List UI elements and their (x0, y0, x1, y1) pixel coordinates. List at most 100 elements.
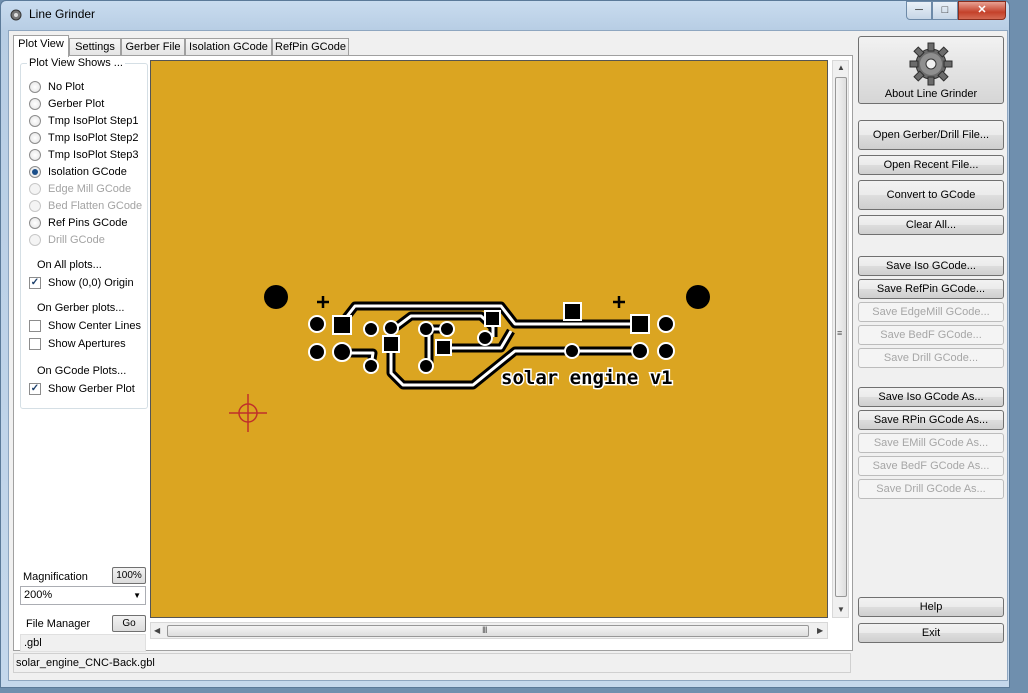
about-label: About Line Grinder (884, 88, 978, 100)
save-emill-gcode-as-button: Save EMill GCode As... (858, 433, 1004, 453)
radio-edge-mill-gcode: Edge Mill GCode (29, 181, 131, 197)
scroll-up-arrow-icon[interactable]: ▲ (837, 63, 845, 72)
checkbox-checked[interactable]: ✓ (29, 277, 41, 289)
save-bedf-gcode-button: Save BedF GCode... (858, 325, 1004, 345)
checkbox-checked[interactable]: ✓ (29, 383, 41, 395)
radio-label: Gerber Plot (48, 98, 105, 110)
on-gerber-plots-label: On Gerber plots... (37, 302, 125, 314)
grip-icon: III (482, 625, 487, 635)
checkbox-label: Show Center Lines (48, 320, 141, 332)
origin-marker-icon (229, 394, 267, 432)
magnification-value: 200% (24, 589, 53, 601)
file-manager-go-button[interactable]: Go (112, 615, 146, 632)
checkbox-label: Show Gerber Plot (48, 383, 135, 395)
radio-indicator[interactable] (29, 81, 41, 93)
on-gcode-plots-label: On GCode Plots... (37, 365, 127, 377)
radio-label: Drill GCode (48, 234, 105, 246)
client-area: Plot View Settings Gerber File Isolation… (8, 30, 1008, 681)
save-bedf-gcode-as-button: Save BedF GCode As... (858, 456, 1004, 476)
status-bar: solar_engine_CNC-Back.gbl (13, 653, 851, 673)
mounting-hole (264, 285, 288, 309)
radio-label: No Plot (48, 81, 85, 93)
gear-icon (10, 9, 22, 21)
radio-label: Edge Mill GCode (48, 183, 132, 195)
radio-indicator[interactable] (29, 115, 41, 127)
radio-tmp-isoplot-step2[interactable]: Tmp IsoPlot Step2 (29, 130, 139, 146)
vertical-scroll-thumb[interactable]: ≡ (835, 77, 847, 597)
pcb-plot: solar engine v1 (229, 285, 710, 432)
open-gerber-drill-file-button[interactable]: Open Gerber/Drill File... (858, 120, 1004, 150)
tab-gerber-file[interactable]: Gerber File (121, 38, 185, 56)
radio-tmp-isoplot-step3[interactable]: Tmp IsoPlot Step3 (29, 147, 139, 163)
board-silkscreen-text: solar engine v1 (501, 367, 673, 389)
checkbox-unchecked[interactable] (29, 320, 41, 332)
group-title: Plot View Shows ... (27, 57, 125, 69)
radio-label: Ref Pins GCode (48, 217, 128, 229)
horizontal-scroll-thumb[interactable]: III (167, 625, 809, 637)
radio-no-plot[interactable]: No Plot (29, 79, 84, 95)
exit-button[interactable]: Exit (858, 623, 1004, 643)
checkbox-show-origin[interactable]: ✓ Show (0,0) Origin (29, 275, 134, 291)
radio-isolation-gcode[interactable]: Isolation GCode (29, 164, 127, 180)
save-iso-gcode-as-button[interactable]: Save Iso GCode As... (858, 387, 1004, 407)
tab-plot-view[interactable]: Plot View (13, 35, 69, 57)
help-button[interactable]: Help (858, 597, 1004, 617)
window-title: Line Grinder (29, 7, 96, 21)
maximize-button[interactable]: □ (932, 1, 958, 20)
checkbox-show-apertures[interactable]: Show Apertures (29, 336, 126, 352)
chevron-down-icon[interactable]: ▼ (133, 587, 141, 604)
save-edgemill-gcode-button: Save EdgeMill GCode... (858, 302, 1004, 322)
scroll-right-arrow-icon[interactable]: ▶ (817, 626, 823, 635)
radio-indicator (29, 200, 41, 212)
mounting-hole (686, 285, 710, 309)
radio-indicator[interactable] (29, 132, 41, 144)
plot-canvas[interactable]: solar engine v1 (150, 60, 828, 618)
convert-to-gcode-button[interactable]: Convert to GCode (858, 180, 1004, 210)
radio-drill-gcode: Drill GCode (29, 232, 105, 248)
checkbox-show-gerber-plot[interactable]: ✓ Show Gerber Plot (29, 381, 135, 397)
about-button[interactable]: About Line Grinder (858, 36, 1004, 104)
tab-settings[interactable]: Settings (69, 38, 121, 56)
save-refpin-gcode-button[interactable]: Save RefPin GCode... (858, 279, 1004, 299)
horizontal-scrollbar[interactable]: ◀ III ▶ (150, 622, 828, 639)
radio-indicator-selected[interactable] (29, 166, 41, 178)
radio-indicator[interactable] (29, 149, 41, 161)
save-iso-gcode-button[interactable]: Save Iso GCode... (858, 256, 1004, 276)
magnification-select[interactable]: 200% ▼ (20, 586, 146, 605)
radio-indicator (29, 183, 41, 195)
radio-label: Bed Flatten GCode (48, 200, 143, 212)
app-window: Line Grinder ─ □ ✕ Plot View Settings Ge… (0, 0, 1010, 688)
title-bar: Line Grinder ─ □ ✕ (1, 1, 1009, 29)
open-recent-file-button[interactable]: Open Recent File... (858, 155, 1004, 175)
radio-indicator[interactable] (29, 98, 41, 110)
checkbox-label: Show Apertures (48, 338, 126, 350)
checkbox-label: Show (0,0) Origin (48, 277, 134, 289)
radio-ref-pins-gcode[interactable]: Ref Pins GCode (29, 215, 127, 231)
plot-view-shows-group: Plot View Shows ... No Plot Gerber Plot … (20, 57, 148, 409)
scroll-down-arrow-icon[interactable]: ▼ (837, 605, 845, 614)
magnification-label: Magnification (23, 571, 88, 583)
minimize-button[interactable]: ─ (906, 1, 932, 20)
radio-bed-flatten-gcode: Bed Flatten GCode (29, 198, 142, 214)
radio-tmp-isoplot-step1[interactable]: Tmp IsoPlot Step1 (29, 113, 139, 129)
radio-label: Isolation GCode (48, 166, 127, 178)
radio-indicator[interactable] (29, 217, 41, 229)
vertical-scrollbar[interactable]: ▲ ≡ ▼ (832, 60, 849, 618)
radio-gerber-plot[interactable]: Gerber Plot (29, 96, 104, 112)
radio-label: Tmp IsoPlot Step1 (48, 115, 139, 127)
file-manager-field[interactable]: .gbl (20, 634, 146, 652)
radio-indicator (29, 234, 41, 246)
radio-label: Tmp IsoPlot Step3 (48, 149, 139, 161)
grip-icon: ≡ (837, 328, 842, 338)
tab-isolation-gcode[interactable]: Isolation GCode (185, 38, 272, 56)
gear-icon (909, 42, 953, 86)
clear-all-button[interactable]: Clear All... (858, 215, 1004, 235)
checkbox-show-center-lines[interactable]: Show Center Lines (29, 318, 141, 334)
pads (308, 302, 675, 374)
magnification-reset-button[interactable]: 100% (112, 567, 146, 584)
close-button[interactable]: ✕ (958, 1, 1006, 20)
checkbox-unchecked[interactable] (29, 338, 41, 350)
scroll-left-arrow-icon[interactable]: ◀ (154, 626, 160, 635)
save-rpin-gcode-as-button[interactable]: Save RPin GCode As... (858, 410, 1004, 430)
tab-refpin-gcode[interactable]: RefPin GCode (272, 38, 349, 56)
